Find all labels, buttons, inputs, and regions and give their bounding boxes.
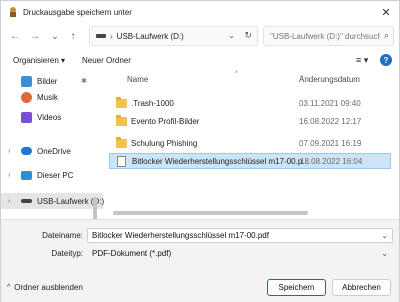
file-name: .Trash-1000 <box>131 98 174 108</box>
title-bar: Druckausgabe speichern unter ✕ <box>1 1 399 23</box>
organize-button[interactable]: Organisieren ▾ <box>13 56 65 65</box>
column-header-name[interactable]: Name <box>127 75 148 84</box>
refresh-icon[interactable]: ↻ <box>244 30 252 41</box>
nav-item-label: Dieser PC <box>37 170 74 180</box>
window-title: Druckausgabe speichern unter <box>23 7 132 17</box>
pc-icon <box>21 170 32 180</box>
expand-chevron-icon[interactable]: › <box>8 172 10 179</box>
nav-item-label: Musik <box>37 92 58 102</box>
address-dropdown-icon[interactable]: ⌄ <box>228 31 235 40</box>
drive-icon <box>96 34 106 38</box>
expand-chevron-icon[interactable]: › <box>8 198 10 205</box>
help-icon[interactable]: ? <box>380 54 392 66</box>
folder-icon <box>116 96 127 108</box>
list-item-selected[interactable]: Bitlocker Wiederherstellungsschlüssel m1… <box>109 153 391 169</box>
navigation-pane: Bilder ✱ Musik Videos › OneDrive › Diese… <box>1 71 104 265</box>
file-date: 07.09.2021 16:19 <box>299 138 362 148</box>
hide-folders-label: Ordner ausblenden <box>14 283 83 292</box>
music-icon <box>21 91 32 103</box>
filetype-label: Dateityp: <box>51 249 83 258</box>
folder-icon <box>116 114 127 126</box>
filetype-select[interactable]: PDF-Dokument (*.pdf) ⌄ <box>87 246 393 261</box>
usb-drive-icon <box>21 199 32 203</box>
pin-icon: ✱ <box>81 78 87 85</box>
breadcrumb-path[interactable]: USB-Laufwerk (D:) <box>117 32 184 41</box>
cancel-button[interactable]: Abbrechen <box>332 279 391 296</box>
search-placeholder[interactable]: "USB-Laufwerk (D:)" durchsuchen <box>270 32 380 41</box>
pictures-icon <box>21 75 32 87</box>
nav-item-videos[interactable]: Videos <box>1 109 103 125</box>
breadcrumb-separator-icon: › <box>110 31 113 41</box>
save-button[interactable]: Speichern <box>267 279 326 296</box>
videos-icon <box>21 111 32 123</box>
new-folder-button[interactable]: Neuer Ordner <box>82 56 131 65</box>
address-row: ← → ⌄ ↑ › USB-Laufwerk (D:) ⌄ ↻ "USB-Lau… <box>1 23 399 49</box>
file-date: 18.08.2022 16:04 <box>300 156 363 166</box>
filename-field[interactable]: Bitlocker Wiederherstellungsschlüssel m1… <box>87 228 393 243</box>
document-icon <box>117 155 126 167</box>
onedrive-icon <box>21 147 32 155</box>
file-name: Bitlocker Wiederherstellungsschlüssel m1… <box>132 156 309 166</box>
search-field[interactable]: "USB-Laufwerk (D:)" durchsuchen ⌕ <box>263 26 394 46</box>
list-item[interactable]: Evento Profil-Bilder 16.08.2022 12:17 <box>109 113 391 129</box>
list-horizontal-scrollbar[interactable] <box>113 211 308 215</box>
nav-item-bilder[interactable]: Bilder ✱ <box>1 73 103 89</box>
filename-label: Dateiname: <box>42 231 83 240</box>
recent-chevron-icon[interactable]: ⌄ <box>47 28 63 44</box>
file-date: 03.11.2021 09:40 <box>299 98 361 108</box>
file-date: 16.08.2022 12:17 <box>299 116 362 126</box>
back-arrow-icon[interactable]: ← <box>7 28 23 44</box>
file-name: Evento Profil-Bilder <box>131 116 200 126</box>
column-header-date[interactable]: Änderungsdatum <box>299 75 360 84</box>
address-bar[interactable]: › USB-Laufwerk (D:) ⌄ ↻ <box>89 26 258 46</box>
file-name: Schulung Phishing <box>131 138 198 148</box>
file-list: Name ^ Änderungsdatum .Trash-1000 03.11.… <box>105 71 397 219</box>
view-options-icon[interactable]: ≡ ▾ <box>356 55 368 66</box>
expand-chevron-icon[interactable]: › <box>8 148 10 155</box>
search-icon[interactable]: ⌕ <box>384 30 389 41</box>
nav-item-onedrive[interactable]: › OneDrive <box>1 143 103 159</box>
list-item[interactable]: Schulung Phishing 07.09.2021 16:19 <box>109 135 391 151</box>
nav-item-label: Videos <box>37 112 62 122</box>
filetype-dropdown-icon[interactable]: ⌄ <box>381 249 388 258</box>
up-arrow-icon[interactable]: ↑ <box>65 28 81 44</box>
save-dialog: Druckausgabe speichern unter ✕ ← → ⌄ ↑ ›… <box>0 0 400 302</box>
close-icon[interactable]: ✕ <box>379 5 393 19</box>
filetype-value[interactable]: PDF-Dokument (*.pdf) <box>92 249 171 258</box>
nav-item-dieser-pc[interactable]: › Dieser PC <box>1 167 103 183</box>
nav-item-musik[interactable]: Musik <box>1 89 103 105</box>
save-form: Dateiname: Bitlocker Wiederherstellungss… <box>1 219 399 302</box>
nav-item-label: Bilder <box>37 76 58 86</box>
list-item[interactable]: .Trash-1000 03.11.2021 09:40 <box>109 95 391 111</box>
forward-arrow-icon[interactable]: → <box>27 28 43 44</box>
nav-item-usb-laufwerk[interactable]: › USB-Laufwerk (D:) <box>1 193 104 209</box>
sort-caret-icon: ^ <box>235 71 238 77</box>
hide-folders-toggle[interactable]: ^ Ordner ausblenden <box>7 283 83 292</box>
app-icon <box>7 6 19 18</box>
collapse-caret-icon: ^ <box>7 284 11 291</box>
nav-item-label: OneDrive <box>37 146 71 156</box>
filename-dropdown-icon[interactable]: ⌄ <box>381 231 388 240</box>
folder-icon <box>116 136 127 148</box>
command-bar: Organisieren ▾ Neuer Ordner ≡ ▾ ? <box>1 51 399 71</box>
filename-value[interactable]: Bitlocker Wiederherstellungsschlüssel m1… <box>92 231 269 240</box>
